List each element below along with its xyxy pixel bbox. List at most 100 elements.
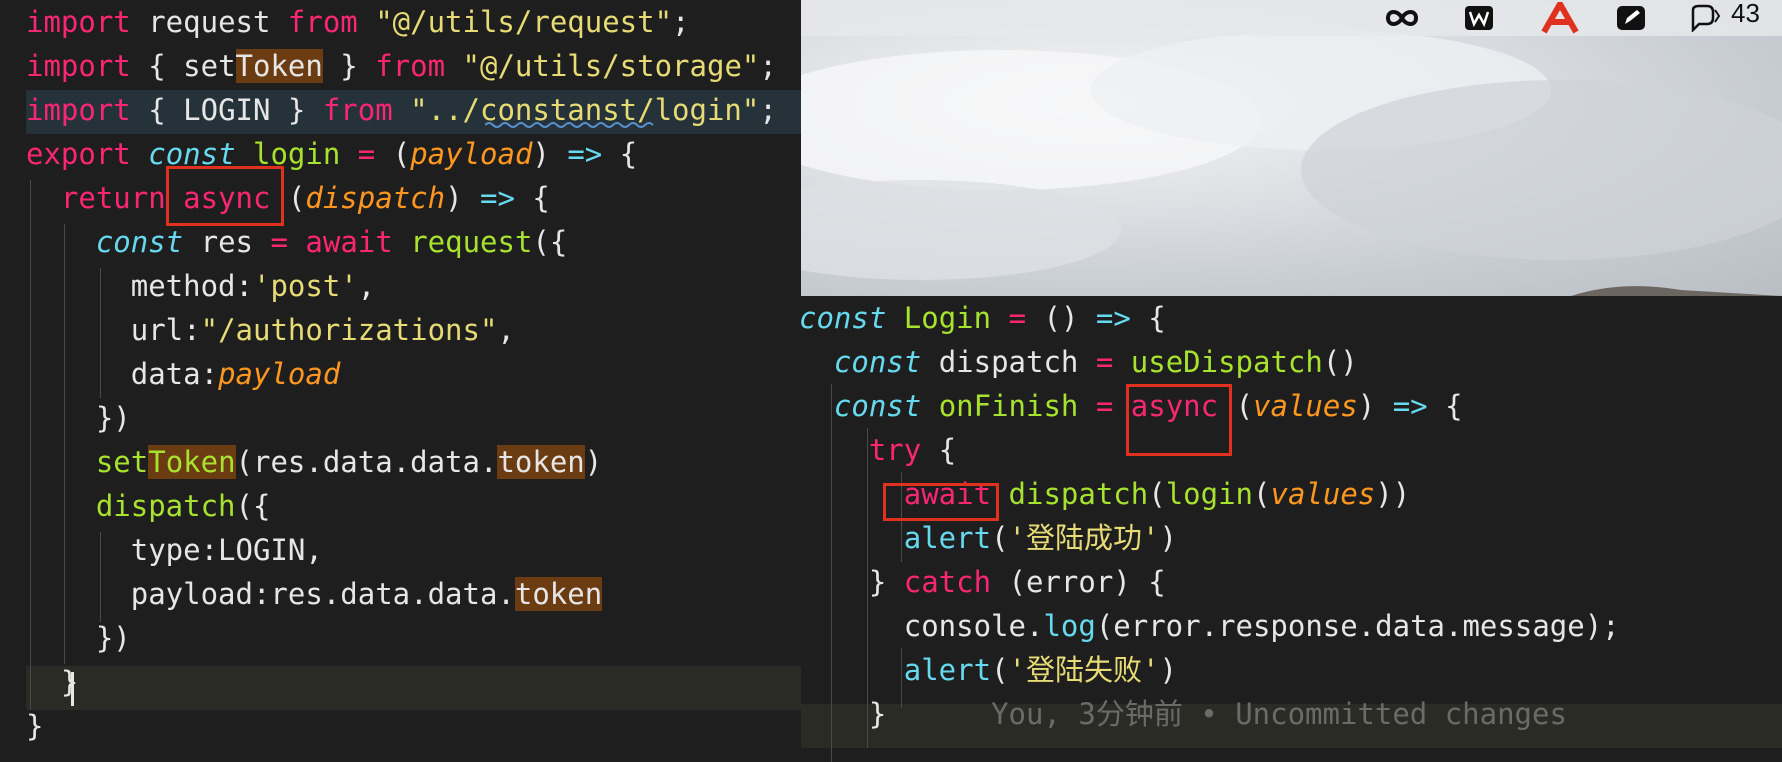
code-token: ( [1148,477,1166,511]
code-token: ; [672,5,690,39]
chat-icon[interactable] [1687,4,1727,32]
code-token: ) [1357,389,1393,423]
code-token: type:LOGIN, [26,533,323,567]
code-token: { [514,181,550,215]
code-line: return async (dispatch) => { [26,176,550,220]
code-token: set [95,445,149,479]
code-line: const dispatch = useDispatch() [801,340,1358,384]
code-token: dispatch [305,181,446,215]
code-line: url:"/authorizations", [26,308,515,352]
code-token: const [801,301,887,335]
code-token: { [921,433,957,467]
code-token: const [95,225,184,259]
code-token: '登陆失败' [1008,653,1160,687]
left-editor[interactable]: import request from "@/utils/request"; im… [0,0,801,762]
code-line: const Login = () => { [801,296,1166,340]
code-line: method:'post', [26,264,375,308]
code-token: ) [1159,653,1177,687]
code-token: ; [759,93,777,127]
code-token: payload:res.data.data. [26,577,515,611]
code-token: dispatch [921,345,1096,379]
code-token: data: [26,357,219,391]
code-token: try [868,433,922,467]
code-token: export [26,137,131,171]
code-token: token [514,577,603,611]
await-highlight-box [883,483,999,521]
code-token: url: [26,313,201,347]
code-token: You, 3分钟前 • Uncommitted changes [886,697,1567,731]
code-token: "@/utils/storage" [462,49,760,83]
code-token: method: [26,269,253,303]
edit-icon[interactable] [1613,4,1649,32]
cursor-line-highlight [26,666,801,710]
code-token: (res.data.data. [235,445,498,479]
code-token: await [305,225,393,259]
code-token: payload [218,357,341,391]
wps-icon[interactable] [1461,4,1497,32]
code-token: request [410,225,533,259]
code-line: type:LOGIN, [26,528,323,572]
code-token: (error) { [991,565,1166,599]
code-token: { [1130,301,1166,335]
code-line: setToken(res.data.data.token) [26,440,602,484]
code-token: ( [991,653,1009,687]
code-token: values [1253,389,1358,423]
code-line: payload:res.data.data.token [26,572,603,616]
code-token: Token [148,445,236,479]
code-token: )) [1375,477,1411,511]
code-line: try { [801,428,956,472]
code-token: } [322,49,376,83]
code-token: () [1026,301,1096,335]
code-token: => [1095,301,1131,335]
code-token: } [26,709,44,743]
code-token: => [1392,389,1428,423]
code-token: => [567,137,603,171]
code-token: login [1165,477,1254,511]
code-token: = [1095,389,1114,423]
code-line: }) [26,616,131,660]
code-line: import { LOGIN } from "../constanst/logi… [26,88,777,132]
code-token: log [1043,609,1096,643]
code-token: "/authorizations" [200,313,498,347]
cloud-shapes [801,30,1782,296]
cloud-wallpaper [801,0,1782,296]
code-token: '登陆成功' [1008,521,1160,555]
code-token: ; [759,49,777,83]
code-token: ({ [532,225,568,259]
code-token: 'post' [252,269,358,303]
code-token: = [1095,345,1114,379]
infinity-icon[interactable] [1379,4,1425,32]
code-token: values [1270,477,1376,511]
code-token: { LOGIN } [130,93,323,127]
text-cursor [71,672,74,706]
code-token: import [26,5,131,39]
code-token: ) [584,445,603,479]
badge-count: 43 [1731,0,1760,28]
right-editor[interactable]: const Login = () => { const dispatch = u… [801,296,1782,762]
code-token: console. [801,609,1044,643]
acrobat-icon[interactable] [1539,2,1581,34]
async-highlight-box [166,166,284,226]
code-line: dispatch({ [26,484,271,528]
code-token: alert [903,653,992,687]
code-token: const [833,389,922,423]
menu-bar: 43 [801,0,1782,36]
code-token: ) [532,137,568,171]
code-token: ({ [235,489,271,523]
code-token: = [270,225,288,259]
code-token: () [1322,345,1358,379]
code-line: } You, 3分钟前 • Uncommitted changes [801,692,1567,736]
code-token: payload [410,137,533,171]
code-token: ( [991,521,1009,555]
